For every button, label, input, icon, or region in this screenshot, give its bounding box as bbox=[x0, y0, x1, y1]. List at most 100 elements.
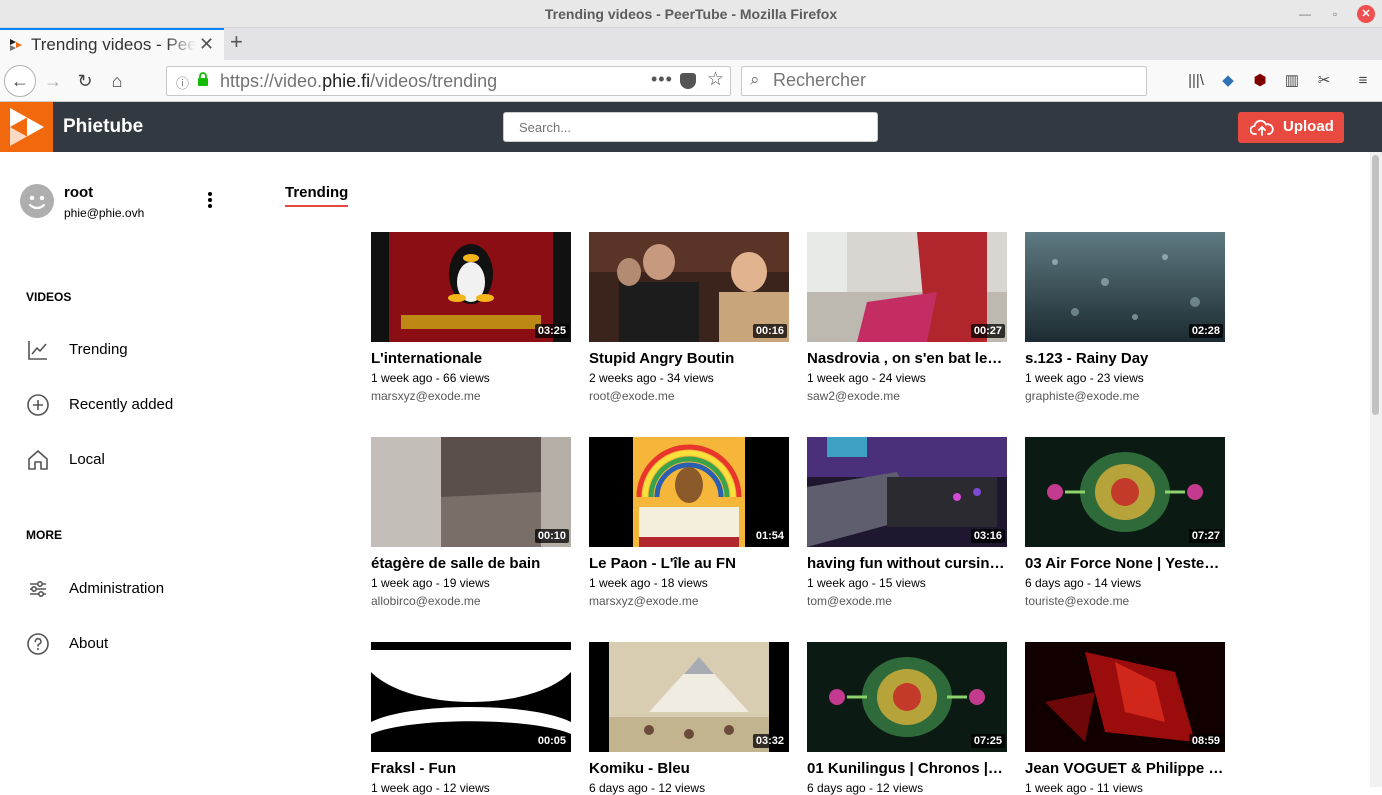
video-title[interactable]: 01 Kunilingus | Chronos | Ethos bbox=[807, 760, 1007, 777]
extension-icon[interactable]: ✂ bbox=[1315, 72, 1333, 90]
ublock-icon[interactable]: ⬢ bbox=[1251, 72, 1269, 90]
video-title[interactable]: Stupid Angry Boutin bbox=[589, 350, 789, 367]
user-handle: phie@phie.ovh bbox=[64, 206, 145, 220]
video-duration: 01:54 bbox=[752, 529, 787, 543]
new-tab-icon[interactable]: + bbox=[230, 29, 243, 55]
site-info-icon[interactable]: ⓘ bbox=[176, 73, 189, 92]
pocket-icon[interactable] bbox=[680, 73, 696, 89]
video-title[interactable]: étagère de salle de bain bbox=[371, 555, 571, 572]
video-thumbnail[interactable]: 03:25 bbox=[371, 232, 571, 342]
url-path: /videos/trending bbox=[370, 71, 498, 91]
video-thumbnail[interactable]: 07:25 bbox=[807, 642, 1007, 752]
sidebar-item-label: Trending bbox=[69, 341, 128, 358]
video-account[interactable]: marsxyz@exode.me bbox=[371, 389, 481, 403]
video-thumbnail[interactable]: 00:10 bbox=[371, 437, 571, 547]
sidebar-toggle-icon[interactable]: ▥ bbox=[1283, 72, 1301, 90]
user-menu-kebab-icon[interactable] bbox=[200, 190, 220, 212]
video-account[interactable]: saw2@exode.me bbox=[807, 389, 900, 403]
hamburger-menu-icon[interactable]: ≡ bbox=[1354, 72, 1372, 90]
video-account[interactable]: root@exode.me bbox=[589, 389, 675, 403]
video-thumbnail[interactable]: 00:05 bbox=[371, 642, 571, 752]
video-search-input[interactable] bbox=[503, 112, 878, 142]
browser-tab[interactable]: Trending videos - PeerTube ✕ bbox=[0, 28, 224, 60]
video-thumbnail[interactable]: 03:32 bbox=[589, 642, 789, 752]
home-icon bbox=[28, 450, 48, 470]
video-title[interactable]: L'internationale bbox=[371, 350, 571, 367]
video-account[interactable]: tom@exode.me bbox=[807, 594, 892, 608]
video-meta: 1 week ago - 12 views bbox=[371, 781, 490, 795]
peertube-logo[interactable] bbox=[0, 102, 53, 152]
avatar[interactable] bbox=[20, 184, 54, 218]
video-duration: 00:16 bbox=[752, 324, 787, 338]
video-title[interactable]: Fraksl - Fun bbox=[371, 760, 571, 777]
video-account[interactable]: touriste@exode.me bbox=[1025, 594, 1129, 608]
sidebar-item-label: Recently added bbox=[69, 396, 174, 413]
video-duration: 02:28 bbox=[1188, 324, 1223, 338]
site-header: Phietube Upload bbox=[0, 102, 1382, 152]
instance-name[interactable]: Phietube bbox=[63, 116, 143, 138]
address-bar[interactable]: ⓘ https://video.phie.fi/videos/trending … bbox=[166, 66, 731, 96]
video-thumbnail[interactable]: 03:16 bbox=[807, 437, 1007, 547]
url-text[interactable]: https://video.phie.fi/videos/trending bbox=[220, 71, 497, 92]
video-thumbnail[interactable]: 00:16 bbox=[589, 232, 789, 342]
video-account[interactable]: marsxyz@exode.me bbox=[589, 594, 699, 608]
video-meta: 1 week ago - 11 views bbox=[1025, 781, 1143, 795]
browser-search-bar[interactable]: ⌕ bbox=[741, 66, 1147, 96]
video-account[interactable]: graphiste@exode.me bbox=[1025, 389, 1139, 403]
tab-strip: Trending videos - PeerTube ✕ + bbox=[0, 28, 1382, 60]
peertube-favicon-icon bbox=[10, 39, 22, 51]
video-thumbnail[interactable]: 08:59 bbox=[1025, 642, 1225, 752]
library-icon[interactable]: |||\ bbox=[1187, 72, 1205, 90]
video-title[interactable]: having fun without cursing the neighbour… bbox=[807, 555, 1007, 572]
video-title[interactable]: Nasdrovia , on s'en bat les couilles bbox=[807, 350, 1007, 367]
sidebar-item-administration[interactable]: Administration bbox=[24, 573, 234, 605]
bookmark-star-icon[interactable]: ☆ bbox=[707, 68, 724, 91]
lock-icon bbox=[198, 72, 208, 86]
video-title[interactable]: 03 Air Force None | Yestegal 2 bbox=[1025, 555, 1225, 572]
tab-trending[interactable]: Trending bbox=[285, 184, 349, 207]
video-duration: 00:27 bbox=[970, 324, 1005, 338]
video-title[interactable]: Jean VOGUET & Philippe Bonnet bbox=[1025, 760, 1225, 777]
close-window-icon[interactable]: ✕ bbox=[1357, 5, 1375, 23]
sidebar-item-label: About bbox=[69, 635, 109, 652]
cloud-upload-icon bbox=[1250, 119, 1274, 136]
video-duration: 03:25 bbox=[534, 324, 569, 338]
video-meta: 6 days ago - 12 views bbox=[807, 781, 924, 795]
minimize-icon[interactable]: — bbox=[1296, 5, 1314, 23]
sidebar-item-about[interactable]: About bbox=[24, 628, 234, 660]
video-meta: 1 week ago - 18 views bbox=[589, 576, 708, 590]
url-prefix: https://video. bbox=[220, 71, 323, 91]
close-tab-icon[interactable]: ✕ bbox=[199, 34, 214, 55]
video-thumbnail[interactable]: 00:27 bbox=[807, 232, 1007, 342]
back-icon[interactable]: ← bbox=[4, 65, 36, 97]
forward-icon[interactable]: → bbox=[38, 66, 68, 96]
upload-label: Upload bbox=[1283, 118, 1334, 135]
video-thumbnail[interactable]: 01:54 bbox=[589, 437, 789, 547]
sidebar-item-trending[interactable]: Trending bbox=[24, 334, 234, 366]
video-title[interactable]: Komiku - Bleu bbox=[589, 760, 789, 777]
tab-title: Trending videos - PeerTube bbox=[31, 35, 196, 55]
videos-section-title: VIDEOS bbox=[26, 290, 72, 304]
video-title[interactable]: s.123 - Rainy Day bbox=[1025, 350, 1225, 367]
home-button-icon[interactable]: ⌂ bbox=[102, 66, 132, 96]
user-name[interactable]: root bbox=[64, 184, 93, 201]
sidebar-item-recently-added[interactable]: Recently added bbox=[24, 389, 234, 421]
upload-button[interactable]: Upload bbox=[1238, 112, 1344, 143]
video-title[interactable]: Le Paon - L'île au FN bbox=[589, 555, 789, 572]
video-thumbnail[interactable]: 02:28 bbox=[1025, 232, 1225, 342]
video-meta: 6 days ago - 14 views bbox=[1025, 576, 1142, 590]
navigation-toolbar: ← → ↻ ⌂ ⓘ https://video.phie.fi/videos/t… bbox=[0, 60, 1382, 102]
video-duration: 03:32 bbox=[752, 734, 787, 748]
restore-icon[interactable]: ▫ bbox=[1326, 5, 1344, 23]
extension-shield-icon[interactable]: ◆ bbox=[1219, 72, 1237, 90]
sidebar-item-local[interactable]: Local bbox=[24, 444, 234, 476]
trending-icon bbox=[28, 341, 47, 360]
video-account[interactable]: allobirco@exode.me bbox=[371, 594, 481, 608]
page-actions-icon[interactable]: ••• bbox=[651, 69, 673, 90]
page-scrollbar-thumb[interactable] bbox=[1372, 155, 1379, 415]
browser-search-input[interactable] bbox=[773, 70, 1133, 91]
reload-icon[interactable]: ↻ bbox=[70, 66, 100, 96]
video-thumbnail[interactable]: 07:27 bbox=[1025, 437, 1225, 547]
video-meta: 6 days ago - 12 views bbox=[589, 781, 706, 795]
video-duration: 03:16 bbox=[970, 529, 1005, 543]
